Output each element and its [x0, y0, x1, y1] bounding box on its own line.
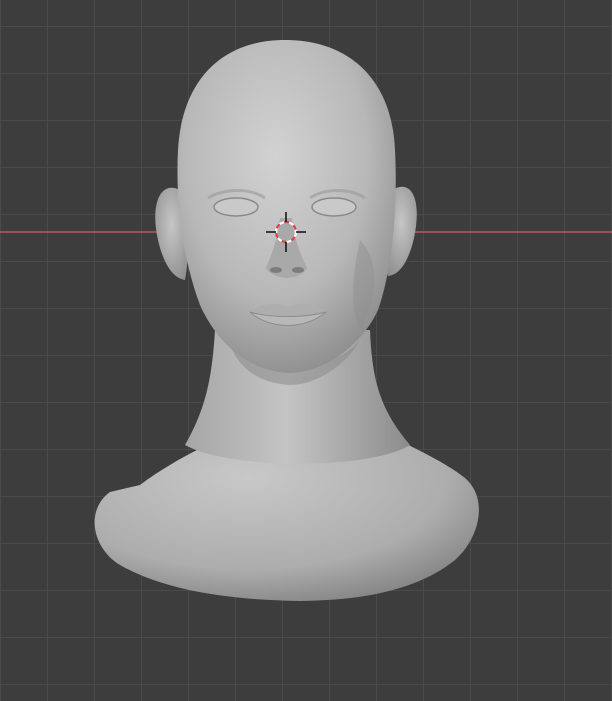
nostril-right [292, 267, 304, 273]
model-eye-right [311, 197, 357, 217]
3d-viewport[interactable] [0, 0, 612, 701]
viewport-scene [0, 40, 612, 601]
model-eye-left [213, 197, 259, 217]
nostril-left [270, 267, 282, 273]
